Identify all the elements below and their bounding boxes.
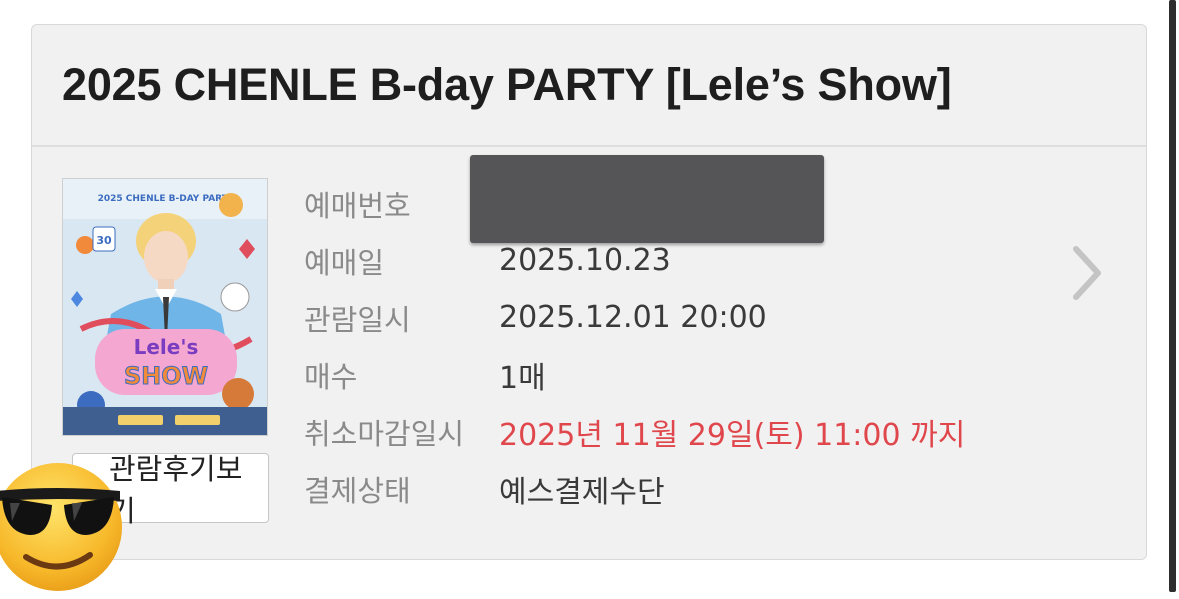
redaction-block [470,155,824,243]
card-header: 2025 CHENLE B-day PARTY [Lele’s Show] [32,25,1146,147]
row-label: 결제상태 [304,473,411,508]
row-label: 취소마감일시 [304,416,465,451]
chevron-right-icon[interactable] [1068,243,1108,303]
poster-badge-number: 30 [96,234,112,247]
scrollbar-track[interactable] [1167,0,1179,592]
row-value: 2025.10.23 [499,243,671,278]
cancel-deadline-value: 2025년 11월 29일(토) 11:00 까지 [499,417,966,453]
row-label: 예매일 [304,245,385,280]
poster-top-text: 2025 CHENLE B-DAY PARTY [98,194,235,204]
row-cancel-deadline: 취소마감일시 2025년 11월 29일(토) 11:00 까지 [304,403,965,460]
event-poster[interactable]: 2025 CHENLE B-DAY PARTY 30 Lele's SHOW [62,178,268,436]
row-value: 1매 [499,360,546,396]
booking-card[interactable]: 2025 CHENLE B-day PARTY [Lele’s Show] 20… [31,24,1147,560]
poster-logo-line1: Lele's [134,335,199,359]
row-ticket-count: 매수 1매 [304,346,965,403]
row-show-datetime: 관람일시 2025.12.01 20:00 [304,289,965,346]
row-value: 예스결제수단 [499,474,665,510]
row-label: 매수 [304,359,358,394]
row-payment-status: 결제상태 예스결제수단 [304,460,965,517]
poster-logo-line2: SHOW [124,362,208,390]
event-title: 2025 CHENLE B-day PARTY [Lele’s Show] [62,59,952,110]
sunglasses-emoji-icon [0,445,122,595]
row-label: 관람일시 [304,302,411,337]
row-value: 2025.12.01 20:00 [499,300,767,335]
poster-image: 2025 CHENLE B-DAY PARTY 30 Lele's SHOW [63,179,267,435]
scrollbar-thumb[interactable] [1169,0,1176,592]
